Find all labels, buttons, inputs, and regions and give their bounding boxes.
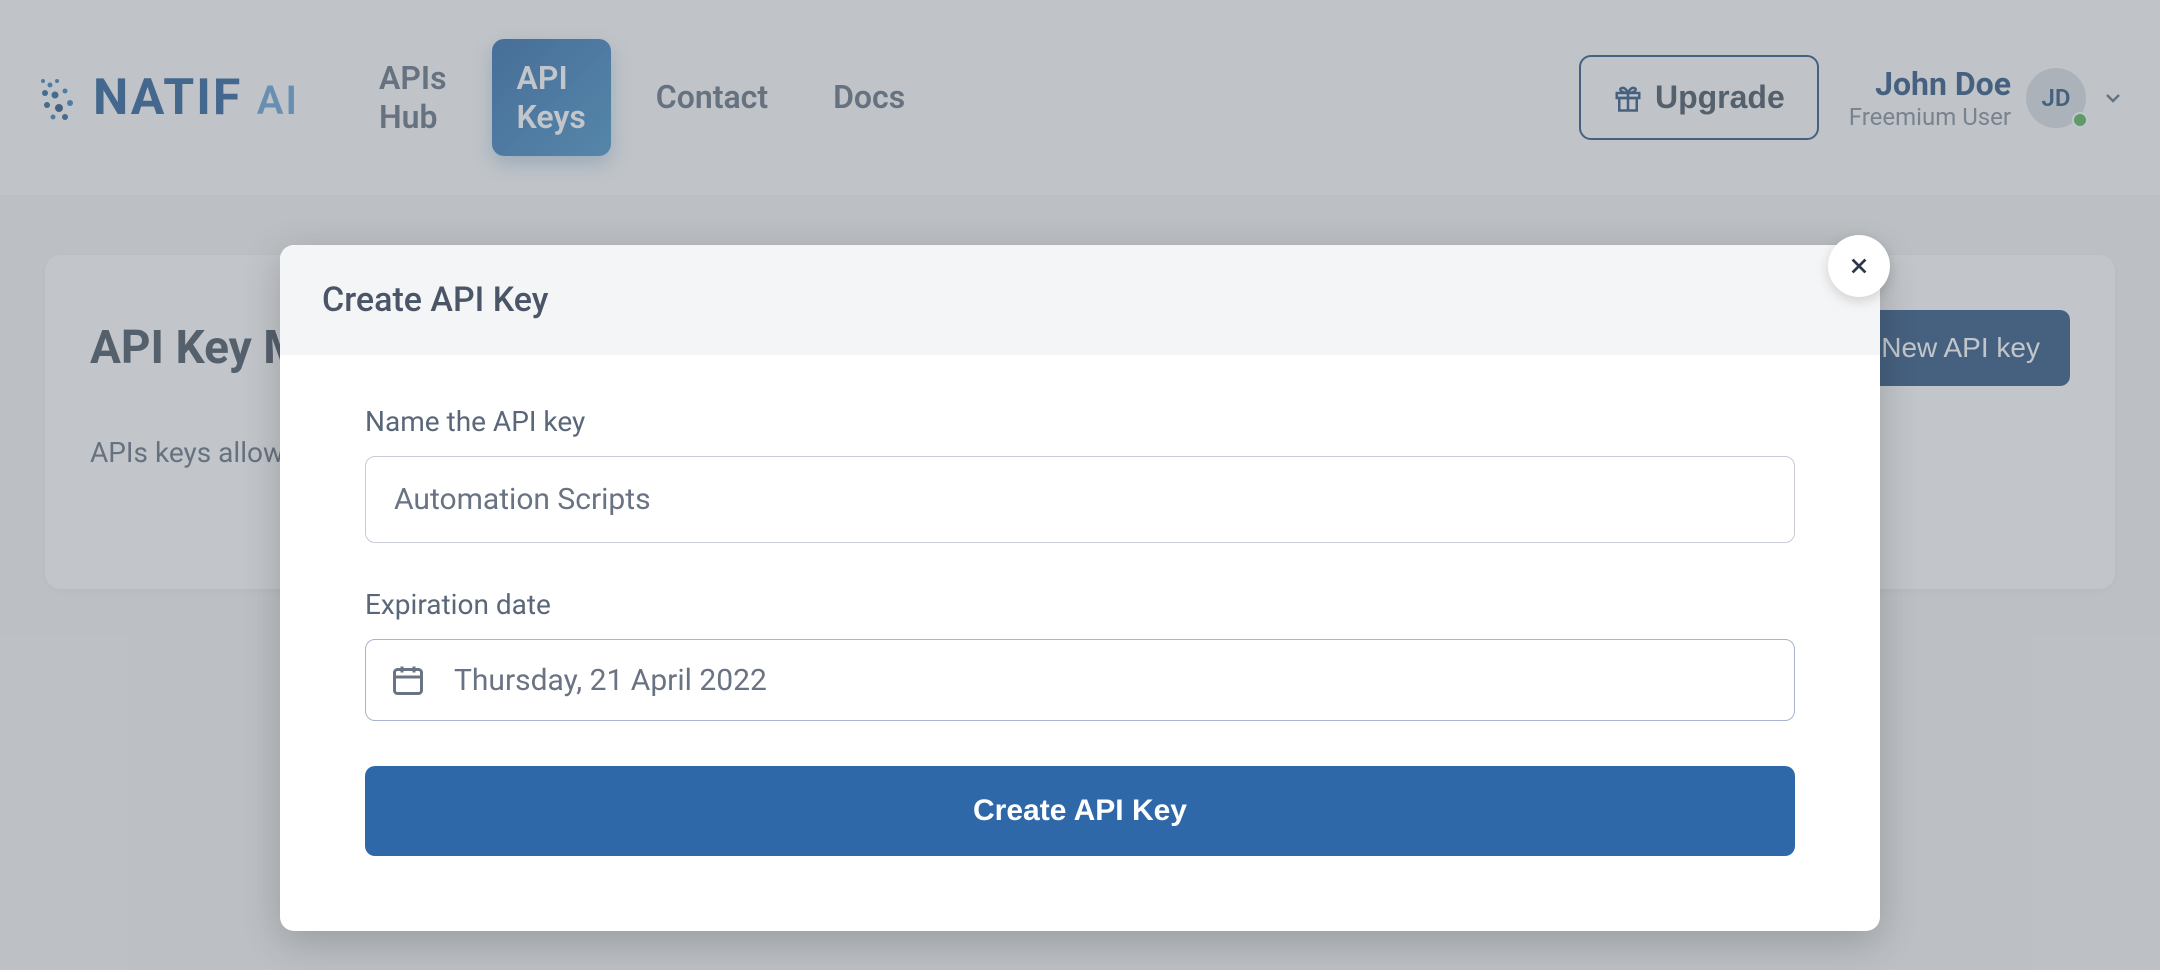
expiration-date-input[interactable] (426, 663, 1770, 698)
modal-title: Create API Key (322, 280, 1838, 320)
create-api-key-submit-button[interactable]: Create API Key (365, 766, 1795, 856)
api-key-name-input[interactable] (365, 456, 1795, 543)
modal-close-button[interactable] (1828, 235, 1890, 297)
name-label: Name the API key (365, 405, 1795, 438)
modal-overlay[interactable]: Create API Key Name the API key Expirati… (0, 0, 2160, 970)
expiration-date-field[interactable] (365, 639, 1795, 721)
modal-header: Create API Key (280, 245, 1880, 355)
calendar-icon (390, 662, 426, 698)
date-label: Expiration date (365, 588, 1795, 621)
modal-body: Name the API key Expiration date Create … (280, 355, 1880, 931)
create-api-key-modal: Create API Key Name the API key Expirati… (280, 245, 1880, 931)
close-icon (1848, 255, 1870, 277)
